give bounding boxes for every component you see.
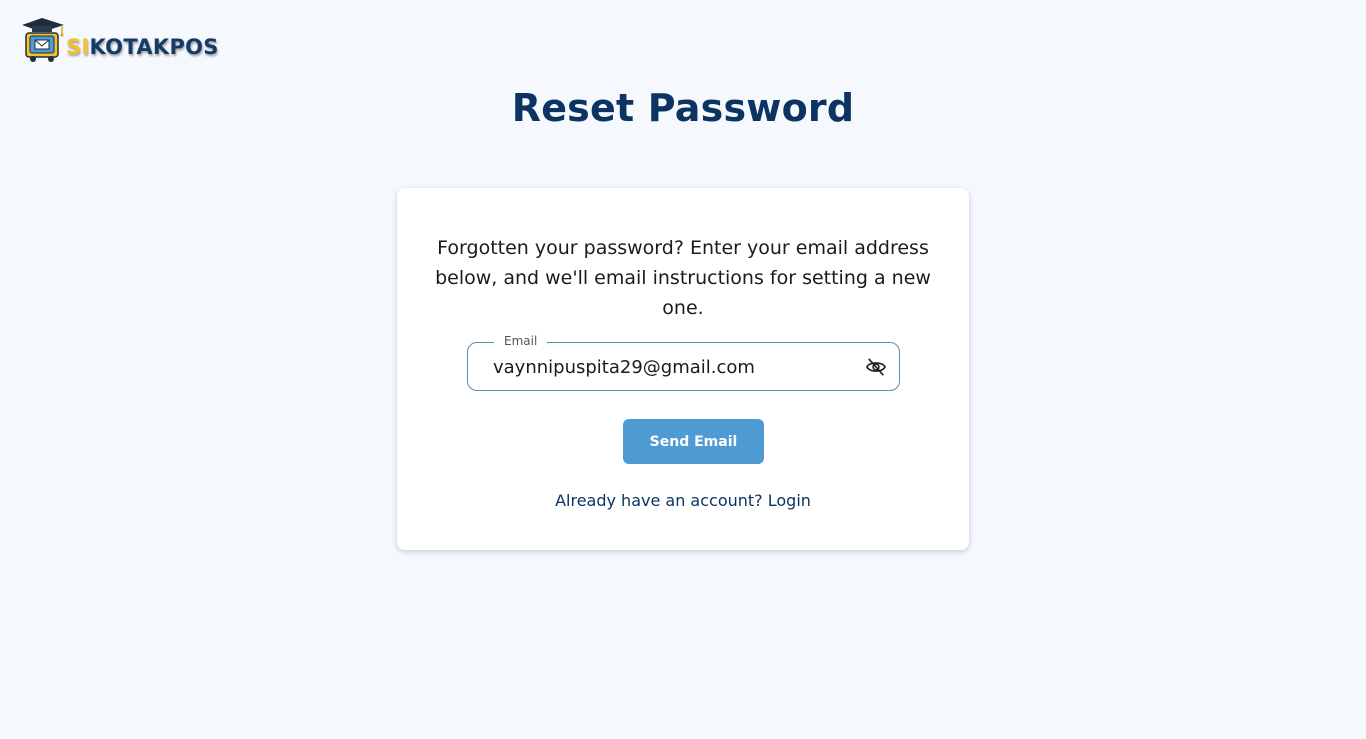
- brand-suffix: KOTAKPOS: [89, 35, 219, 59]
- login-link[interactable]: Already have an account? Login: [555, 491, 811, 510]
- send-email-button[interactable]: Send Email: [623, 419, 764, 464]
- email-label: Email: [494, 332, 548, 350]
- brand-prefix: SI: [66, 35, 90, 59]
- email-input[interactable]: [493, 353, 853, 381]
- reset-password-card: Forgotten your password? Enter your emai…: [397, 188, 969, 550]
- instructions-text: Forgotten your password? Enter your emai…: [435, 237, 931, 319]
- brand-name: SIKOTAKPOS: [66, 35, 219, 59]
- login-link-row: Already have an account? Login: [397, 491, 969, 510]
- brand-logo[interactable]: SIKOTAKPOS: [20, 16, 219, 64]
- email-field[interactable]: Email: [467, 332, 900, 391]
- mailbox-graduation-icon: [22, 18, 64, 62]
- page-title: Reset Password: [511, 86, 855, 130]
- eye-off-icon[interactable]: [865, 357, 887, 377]
